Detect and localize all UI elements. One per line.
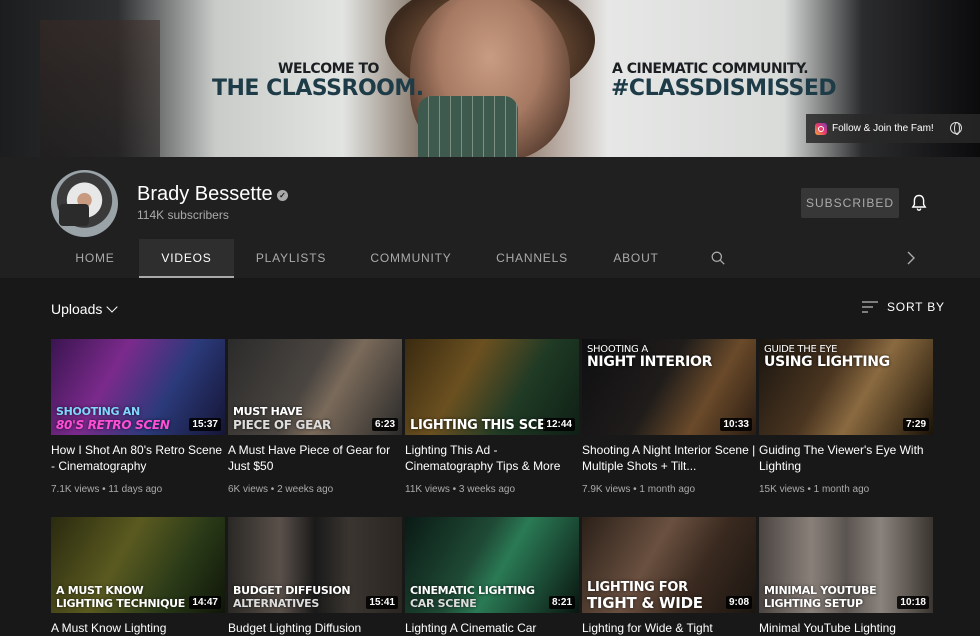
video-title[interactable]: Budget Lighting Diffusion bbox=[228, 620, 402, 636]
video-thumbnail[interactable]: A MUST KNOW LIGHTING TECHNIQUE 14:47 bbox=[51, 517, 225, 613]
tab-playlists[interactable]: PLAYLISTS bbox=[245, 239, 337, 278]
thumbnail-overlay-line2: TIGHT & WIDE bbox=[587, 594, 703, 612]
search-icon[interactable] bbox=[711, 251, 725, 265]
video-thumbnail[interactable]: MINIMAL YOUTUBE LIGHTING SETUP 10:18 bbox=[759, 517, 933, 613]
thumbnail-overlay-line1: MINIMAL YOUTUBE bbox=[764, 584, 877, 597]
tab-community[interactable]: COMMUNITY bbox=[360, 239, 462, 278]
uploads-dropdown[interactable]: Uploads bbox=[51, 300, 119, 317]
banner-right-line2: #CLASSDISMISSED bbox=[611, 76, 837, 101]
channel-name: Brady Bessette bbox=[137, 183, 273, 205]
thumbnail-overlay-line1: BUDGET DIFFUSION bbox=[233, 584, 351, 597]
thumbnail-overlay-line2: LIGHTING SETUP bbox=[764, 597, 863, 610]
video-views: 11K views bbox=[405, 484, 450, 495]
channel-header: Brady Bessette ✓ 114K subscribers SUBSCR… bbox=[0, 157, 980, 278]
video-thumbnail[interactable]: SHOOTING A NIGHT INTERIOR 10:33 bbox=[582, 339, 756, 435]
video-title[interactable]: Lighting A Cinematic Car bbox=[405, 620, 579, 636]
tab-channels[interactable]: CHANNELS bbox=[485, 239, 579, 278]
notification-bell-icon[interactable] bbox=[911, 194, 927, 212]
sort-by-button[interactable]: SORT BY bbox=[862, 300, 945, 314]
thumbnail-overlay-line1: SHOOTING AN bbox=[56, 405, 140, 418]
uploads-label: Uploads bbox=[51, 301, 103, 317]
video-views: 7.9K views bbox=[582, 484, 631, 495]
sort-by-label: SORT BY bbox=[887, 300, 945, 314]
video-duration: 7:29 bbox=[902, 418, 929, 431]
thumbnail-overlay-line2: ALTERNATIVES bbox=[233, 597, 320, 610]
video-thumbnail[interactable]: BUDGET DIFFUSION ALTERNATIVES 15:41 bbox=[228, 517, 402, 613]
follow-link-label: Follow & Join the Fam! bbox=[832, 123, 934, 134]
channel-banner: WELCOME TO THE CLASSROOM. A CINEMATIC CO… bbox=[0, 0, 980, 157]
video-meta: 6K views • 2 weeks ago bbox=[228, 484, 333, 495]
video-title[interactable]: Guiding The Viewer's Eye With Lighting bbox=[759, 442, 933, 474]
sort-icon bbox=[862, 301, 878, 313]
thumbnail-overlay-line2: LIGHTING TECHNIQUE bbox=[56, 597, 185, 610]
video-views: 6K views bbox=[228, 484, 269, 495]
video-title[interactable]: Shooting A Night Interior Scene | Multip… bbox=[582, 442, 756, 474]
thumbnail-overlay-line1: MUST HAVE bbox=[233, 405, 303, 418]
video-duration: 6:23 bbox=[371, 418, 398, 431]
thumbnail-overlay-line1: A MUST KNOW bbox=[56, 584, 144, 597]
video-duration: 12:44 bbox=[543, 418, 575, 431]
video-thumbnail[interactable]: MUST HAVE PIECE OF GEAR 6:23 bbox=[228, 339, 402, 435]
video-duration: 8:21 bbox=[548, 596, 575, 609]
video-age: 1 month ago bbox=[813, 484, 870, 495]
video-meta: 7.9K views • 1 month ago bbox=[582, 484, 695, 495]
thumbnail-overlay-line2: 80'S RETRO SCEN bbox=[56, 418, 170, 432]
tab-about[interactable]: ABOUT bbox=[603, 239, 669, 278]
chevron-right-icon[interactable] bbox=[906, 251, 916, 265]
thumbnail-overlay-line1: CINEMATIC LIGHTING bbox=[410, 584, 535, 597]
chevron-down-icon bbox=[106, 300, 119, 313]
thumbnail-overlay-line1: LIGHTING FOR bbox=[587, 580, 688, 595]
banner-right-line1: A CINEMATIC COMMUNITY. bbox=[612, 61, 809, 77]
video-views: 15K views bbox=[759, 484, 805, 495]
video-title[interactable]: A Must Know Lighting bbox=[51, 620, 225, 636]
video-duration: 14:47 bbox=[189, 596, 221, 609]
tab-home[interactable]: HOME bbox=[51, 239, 139, 278]
video-title[interactable]: Lighting This Ad - Cinematography Tips &… bbox=[405, 442, 579, 474]
video-age: 1 month ago bbox=[639, 484, 696, 495]
video-meta: 7.1K views • 11 days ago bbox=[51, 484, 162, 495]
banner-mug bbox=[418, 96, 518, 157]
video-duration: 9:08 bbox=[725, 596, 752, 609]
video-duration: 10:18 bbox=[897, 596, 929, 609]
meta-separator: • bbox=[268, 484, 278, 495]
video-thumbnail[interactable]: LIGHTING THIS SCE 12:44 bbox=[405, 339, 579, 435]
video-duration: 15:37 bbox=[189, 418, 221, 431]
thumbnail-overlay-line2: NIGHT INTERIOR bbox=[587, 354, 713, 370]
video-views: 7.1K views bbox=[51, 484, 100, 495]
video-meta: 15K views • 1 month ago bbox=[759, 484, 869, 495]
video-age: 2 weeks ago bbox=[277, 484, 334, 495]
video-duration: 15:41 bbox=[366, 596, 398, 609]
instagram-icon bbox=[815, 122, 827, 135]
meta-separator: • bbox=[804, 484, 814, 495]
video-age: 3 weeks ago bbox=[458, 484, 516, 495]
video-meta: 11K views • 3 weeks ago bbox=[405, 484, 515, 495]
video-thumbnail[interactable]: SHOOTING AN 80'S RETRO SCEN 15:37 bbox=[51, 339, 225, 435]
banner-left-line2: THE CLASSROOM. bbox=[212, 76, 424, 101]
verified-check-icon: ✓ bbox=[277, 190, 288, 201]
video-thumbnail[interactable]: GUIDE THE EYE USING LIGHTING 7:29 bbox=[759, 339, 933, 435]
banner-left-line1: WELCOME TO bbox=[278, 61, 379, 77]
video-thumbnail[interactable]: LIGHTING FOR TIGHT & WIDE 9:08 bbox=[582, 517, 756, 613]
thumbnail-overlay-line2: LIGHTING THIS SCE bbox=[410, 418, 546, 433]
subscribed-button[interactable]: SUBSCRIBED bbox=[801, 188, 899, 218]
video-title[interactable]: Lighting for Wide & Tight bbox=[582, 620, 756, 636]
video-title[interactable]: Minimal YouTube Lighting bbox=[759, 620, 933, 636]
video-thumbnail[interactable]: CINEMATIC LIGHTING CAR SCENE 8:21 bbox=[405, 517, 579, 613]
tab-videos[interactable]: VIDEOS bbox=[139, 239, 234, 278]
meta-separator: • bbox=[449, 484, 459, 495]
video-title[interactable]: A Must Have Piece of Gear for Just $50 bbox=[228, 442, 402, 474]
thumbnail-overlay-line2: USING LIGHTING bbox=[764, 354, 890, 370]
video-title[interactable]: How I Shot An 80's Retro Scene - Cinemat… bbox=[51, 442, 225, 474]
avatar[interactable] bbox=[51, 170, 118, 237]
subscriber-count: 114K subscribers bbox=[137, 208, 229, 222]
thumbnail-overlay-line2: CAR SCENE bbox=[410, 597, 477, 610]
video-age: 11 days ago bbox=[108, 484, 163, 495]
thumbnail-overlay-line2: PIECE OF GEAR bbox=[233, 418, 331, 432]
globe-icon[interactable] bbox=[950, 122, 962, 135]
channel-tabs: HOME VIDEOS PLAYLISTS COMMUNITY CHANNELS… bbox=[0, 239, 980, 278]
banner-bookshelf bbox=[40, 20, 160, 157]
video-duration: 10:33 bbox=[720, 418, 752, 431]
